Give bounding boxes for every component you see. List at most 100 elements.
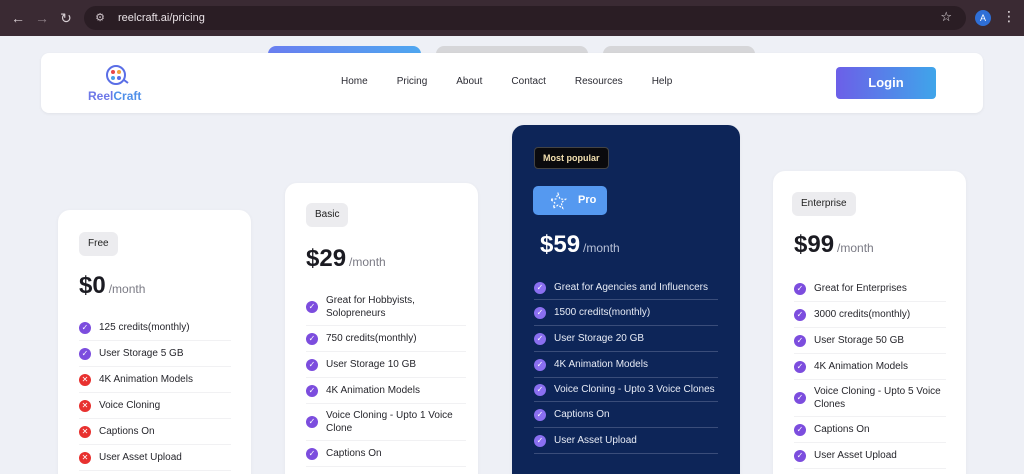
feature-text: 3000 credits(monthly) xyxy=(814,309,911,320)
main-nav: Home Pricing About Contact Resources Hel… xyxy=(341,76,701,87)
sparkle-star-icon xyxy=(549,192,567,210)
price-amount: $59 xyxy=(540,231,581,258)
feature-item: ✓ User Asset Upload xyxy=(794,443,946,469)
site-header: ReelCraft Home Pricing About Contact Res… xyxy=(41,53,983,113)
browser-toolbar: ← → ↻ ⚙ reelcraft.ai/pricing ☆ A ⋮ xyxy=(0,0,1024,36)
feature-text: User Storage 10 GB xyxy=(326,359,417,370)
check-icon: ✓ xyxy=(794,392,806,404)
feature-item: ✓ Great for Enterprises xyxy=(794,276,946,302)
price-period: /month xyxy=(349,255,386,269)
feature-item: ✓ 4K Animation Models xyxy=(794,354,946,380)
url-text: reelcraft.ai/pricing xyxy=(118,12,205,24)
feature-list-enterprise: ✓ Great for Enterprises ✓ 3000 credits(mont… xyxy=(794,276,946,469)
feature-text: Captions On xyxy=(554,409,610,420)
cross-icon: ✕ xyxy=(79,373,91,386)
feature-text: User Storage 20 GB xyxy=(554,333,645,344)
check-icon: ✓ xyxy=(306,416,318,428)
feature-item: ✓ 1500 credits(monthly) xyxy=(534,300,718,326)
feature-text: Captions On xyxy=(326,448,382,459)
feature-text: Captions On xyxy=(99,426,155,437)
feature-text: Voice Cloning xyxy=(99,400,161,411)
feature-item: ✕ User Asset Upload xyxy=(79,445,231,471)
check-icon: ✓ xyxy=(534,306,546,319)
feature-text: Great for Agencies and Influencers xyxy=(554,282,708,293)
feature-text: Captions On xyxy=(814,424,870,435)
check-icon: ✓ xyxy=(79,321,91,334)
check-icon: ✓ xyxy=(794,282,806,295)
back-arrow-icon[interactable]: ← xyxy=(9,9,27,27)
nav-resources[interactable]: Resources xyxy=(575,76,623,87)
feature-item: ✓ Voice Cloning - Upto 1 Voice Clone xyxy=(306,404,466,441)
check-icon: ✓ xyxy=(794,308,806,321)
feature-text: Great for Enterprises xyxy=(814,283,907,294)
feature-text: User Storage 5 GB xyxy=(99,348,184,359)
plan-card-pro: Most popular Pro $59/month ✓ Great for Ag… xyxy=(512,125,740,474)
forward-arrow-icon[interactable]: → xyxy=(33,9,51,27)
reload-icon[interactable]: ↻ xyxy=(57,9,75,27)
feature-item: ✓ Captions On xyxy=(534,402,718,428)
check-icon: ✓ xyxy=(534,383,546,396)
nav-contact[interactable]: Contact xyxy=(511,76,545,87)
price-amount: $29 xyxy=(306,245,347,272)
reel-logo-icon[interactable] xyxy=(103,63,129,85)
cross-icon: ✕ xyxy=(79,399,91,412)
check-icon: ✓ xyxy=(794,334,806,347)
check-icon: ✓ xyxy=(306,332,318,345)
feature-item: ✓ Voice Cloning - Upto 3 Voice Clones xyxy=(534,378,718,402)
profile-avatar[interactable]: A xyxy=(975,10,991,26)
nav-help[interactable]: Help xyxy=(652,76,673,87)
logo-wordmark[interactable]: ReelCraft xyxy=(88,89,141,103)
site-settings-icon[interactable]: ⚙ xyxy=(92,10,108,26)
nav-about[interactable]: About xyxy=(456,76,482,87)
nav-pricing[interactable]: Pricing xyxy=(397,76,428,87)
feature-item: ✓ User Storage 10 GB xyxy=(306,352,466,378)
feature-text: 4K Animation Models xyxy=(99,374,193,385)
plan-name-enterprise: Enterprise xyxy=(792,192,856,216)
plan-card-free: Free $0/month ✓ 125 credits(monthly) ✓ User… xyxy=(58,210,251,474)
cross-icon: ✕ xyxy=(79,451,91,464)
feature-item: ✓ 4K Animation Models xyxy=(306,378,466,404)
kebab-menu-icon[interactable]: ⋮ xyxy=(1002,8,1016,25)
feature-text: Voice Cloning - Upto 3 Voice Clones xyxy=(554,384,715,395)
feature-text: User Storage 50 GB xyxy=(814,335,905,346)
feature-text: 1500 credits(monthly) xyxy=(554,307,651,318)
check-icon: ✓ xyxy=(306,447,318,460)
feature-item: ✕ Captions On xyxy=(79,419,231,445)
plan-price-enterprise: $99/month xyxy=(794,231,874,259)
feature-text: User Asset Upload xyxy=(814,450,897,461)
price-period: /month xyxy=(837,241,874,255)
feature-text: 4K Animation Models xyxy=(554,359,648,370)
most-popular-tag: Most popular xyxy=(534,147,609,169)
check-icon: ✓ xyxy=(794,360,806,373)
logo-part-reel: Reel xyxy=(88,89,114,103)
feature-list-pro: ✓ Great for Agencies and Influencers ✓ 1500… xyxy=(534,276,718,454)
feature-item: ✓ User Asset Upload xyxy=(534,428,718,454)
plan-name-basic: Basic xyxy=(306,203,349,227)
price-amount: $0 xyxy=(79,272,106,299)
bookmark-star-icon[interactable]: ☆ xyxy=(940,9,952,25)
feature-text: Voice Cloning - Upto 1 Voice Clone xyxy=(326,410,453,434)
plan-name-free: Free xyxy=(79,232,118,256)
feature-item: ✓ 4K Animation Models xyxy=(534,352,718,378)
check-icon: ✓ xyxy=(794,449,806,462)
feature-text: 750 credits(monthly) xyxy=(326,333,417,344)
check-icon: ✓ xyxy=(306,358,318,371)
feature-text: Voice Cloning - Upto 5 Voice Clones xyxy=(814,386,941,410)
feature-text: User Asset Upload xyxy=(99,452,182,463)
price-period: /month xyxy=(108,282,146,296)
plan-card-enterprise: Enterprise $99/month ✓ Great for Enterpri… xyxy=(773,171,966,474)
check-icon: ✓ xyxy=(306,384,318,397)
login-button[interactable]: Login xyxy=(836,67,936,99)
feature-list-basic: ✓ Great for Hobbyists, Solopreneurs ✓ 750 c… xyxy=(306,289,466,467)
feature-item: ✓ Captions On xyxy=(306,441,466,467)
feature-list-free: ✓ 125 credits(monthly) ✓ User Storage 5 GB ✕… xyxy=(79,315,231,471)
nav-home[interactable]: Home xyxy=(341,76,368,87)
logo-part-craft: Craft xyxy=(113,89,142,103)
check-icon: ✓ xyxy=(534,332,546,345)
plan-price-free: $0/month xyxy=(79,272,145,300)
check-icon: ✓ xyxy=(534,434,546,447)
price-amount: $99 xyxy=(794,231,835,258)
address-bar[interactable]: ⚙ reelcraft.ai/pricing ☆ xyxy=(84,6,966,30)
price-period: /month xyxy=(583,241,620,255)
feature-item: ✓ Great for Agencies and Influencers xyxy=(534,276,718,300)
